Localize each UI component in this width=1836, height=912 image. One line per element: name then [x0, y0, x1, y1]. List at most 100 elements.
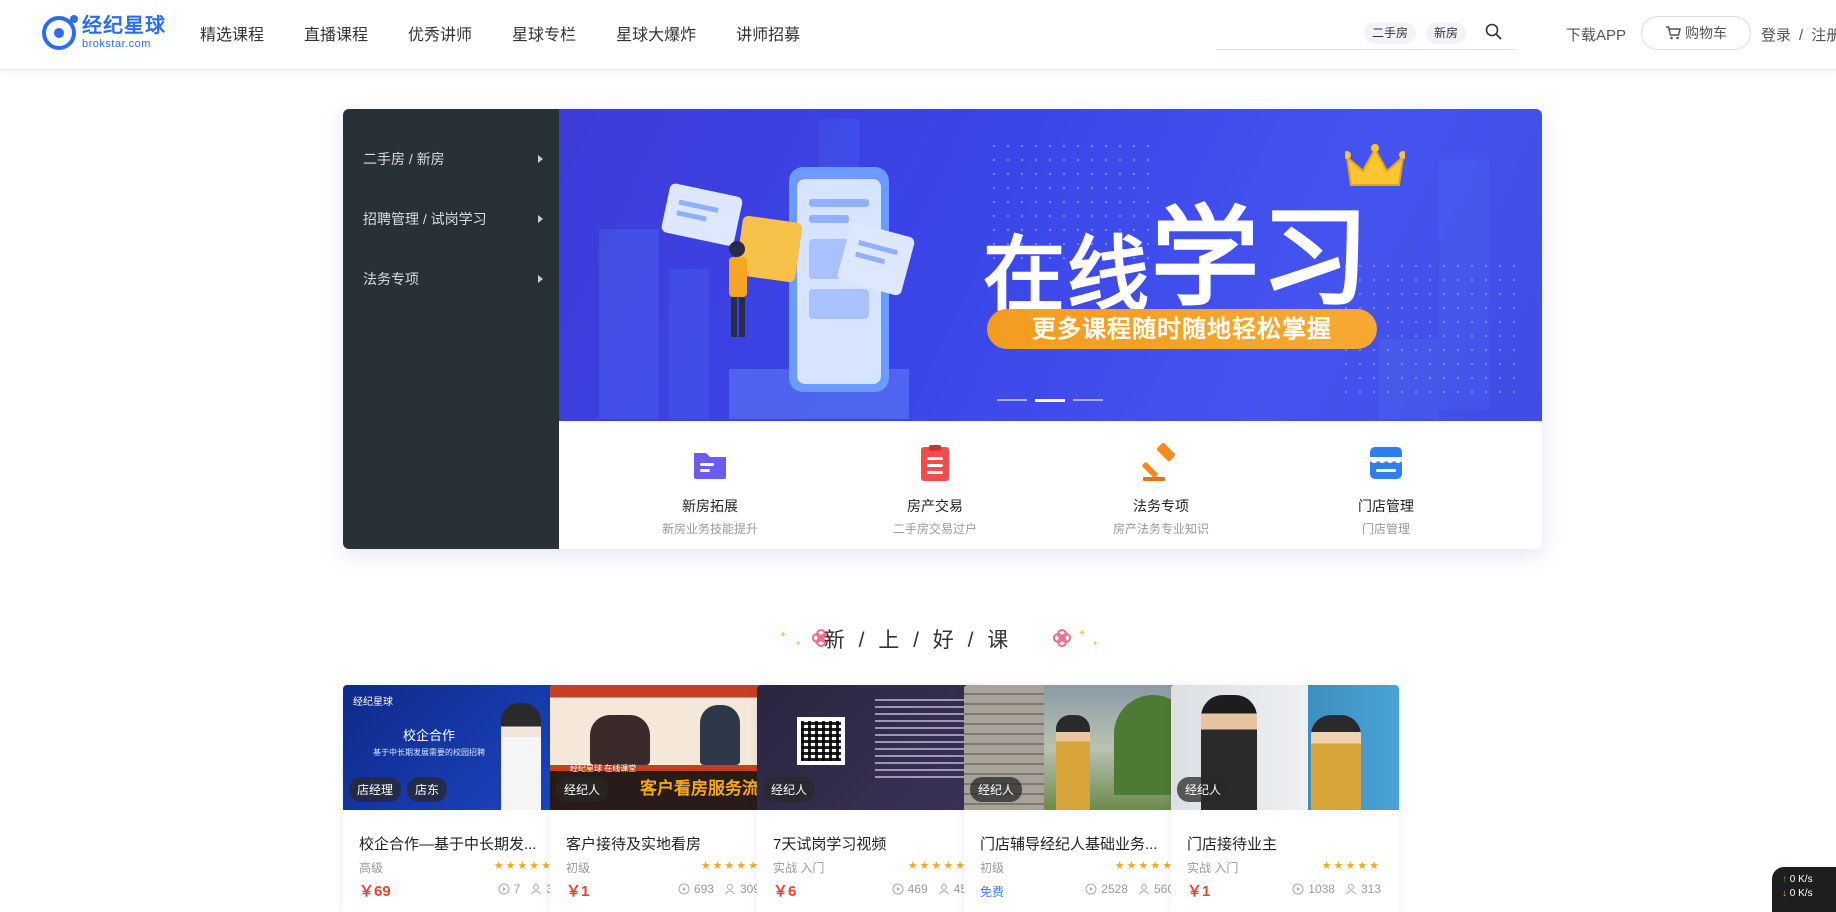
banner-subtitle: 更多课程随时随地轻松掌握 — [987, 309, 1377, 349]
course-tag: 经纪人 — [1177, 777, 1230, 802]
clipboard-icon — [921, 445, 949, 481]
course-stats: 693 309 — [668, 882, 760, 896]
search-tag-resale[interactable]: 二手房 — [1364, 22, 1417, 44]
category-title: 法务专项 — [1133, 498, 1189, 514]
nav-columns[interactable]: 星球专栏 — [512, 21, 576, 45]
sidebar-item-recruiting[interactable]: 招聘管理 / 试岗学习 — [363, 207, 543, 231]
course-stats: 469 45 — [882, 882, 967, 896]
search-icon[interactable] — [1484, 22, 1504, 42]
person-figure — [1311, 715, 1361, 810]
view-count: 1038 — [1308, 882, 1335, 896]
upload-speed: 0 K/s — [1789, 874, 1813, 885]
user-icon — [938, 884, 949, 895]
cart-label: 购物车 — [1685, 25, 1727, 41]
course-tag: 经纪人 — [970, 777, 1023, 802]
nav-lecturer-recruit[interactable]: 讲师招募 — [736, 21, 800, 45]
logo-name: 经纪星球 — [82, 15, 166, 37]
search-tag-newhouse[interactable]: 新房 — [1426, 22, 1467, 44]
search-bar[interactable]: 二手房 新房 — [1216, 16, 1516, 50]
course-stats: 1038 313 — [1282, 882, 1381, 896]
banner-title: 在线学习 — [983, 196, 1372, 323]
person-figure — [590, 715, 650, 765]
svg-text:✦: ✦ — [1092, 639, 1099, 648]
rating-stars: ★★★★★ — [1321, 860, 1381, 872]
person-figure — [700, 705, 740, 765]
course-thumbnail[interactable]: 经纪星球 在线课堂 客户看房服务流程 经纪人 — [550, 685, 778, 810]
main-nav: 精选课程 直播课程 优秀讲师 星球专栏 星球大爆炸 讲师招募 — [200, 0, 840, 66]
course-title[interactable]: 门店接待业主 — [1187, 833, 1387, 854]
course-stats: 2528 560 — [1075, 882, 1174, 896]
banner-carousel[interactable]: 在线学习 更多课程随时随地轻松掌握 — [559, 109, 1542, 421]
category-subtitle: 新房业务技能提升 — [661, 522, 758, 536]
top-header: 经纪星球 brokstar.com 精选课程 直播课程 优秀讲师 星球专栏 星球… — [0, 0, 1836, 70]
course-card[interactable]: 经纪星球 在线课堂 客户看房服务流程 经纪人 客户接待及实地看房 初级 ★★★★… — [550, 685, 778, 912]
presenter-figure — [501, 703, 541, 810]
category-subtitle: 房产法务专业知识 — [1112, 522, 1209, 536]
site-logo[interactable]: 经纪星球 brokstar.com — [42, 14, 166, 52]
sidebar-item-label: 招聘管理 / 试岗学习 — [363, 211, 487, 227]
carousel-dot[interactable] — [997, 399, 1027, 401]
category-store-management[interactable]: 门店管理 门店管理 — [1316, 443, 1456, 537]
user-icon — [1346, 884, 1356, 895]
course-card[interactable]: 经纪星球 校企合作 基于中长期发展需要的校园招聘 店经理 店东 校企合作—基于中… — [343, 685, 571, 912]
category-title: 房产交易 — [907, 498, 963, 514]
nav-live-courses[interactable]: 直播课程 — [304, 21, 368, 45]
course-price: ￥1 — [566, 883, 590, 900]
store-icon — [1370, 447, 1402, 479]
course-stats: 7 3 — [488, 882, 553, 896]
course-tag: 店东 — [407, 777, 448, 802]
thumb-brand: 经纪星球 在线课堂 — [570, 764, 637, 773]
gavel-icon — [1142, 442, 1176, 481]
nav-lecturers[interactable]: 优秀讲师 — [408, 21, 472, 45]
flower-decoration-icon: ✦ ✦ — [1053, 628, 1099, 648]
course-title[interactable]: 7天试岗学习视频 — [773, 833, 973, 854]
register-link[interactable]: 注册 — [1811, 27, 1836, 44]
chevron-right-icon — [538, 275, 543, 283]
category-transaction[interactable]: 房产交易 二手房交易过户 — [865, 443, 1005, 537]
play-icon — [892, 883, 904, 895]
view-count: 469 — [907, 882, 928, 896]
category-legal[interactable]: 法务专项 房产法务专业知识 — [1091, 442, 1231, 537]
course-card[interactable]: 经纪人 门店辅导经纪人基础业务... 初级 ★★★★★ 免费 2528 560 — [964, 685, 1192, 912]
carousel-dot[interactable] — [1073, 399, 1103, 401]
sidebar-item-legal[interactable]: 法务专项 — [363, 267, 543, 291]
sidebar-item-housing[interactable]: 二手房 / 新房 — [363, 147, 543, 171]
logo-domain: brokstar.com — [82, 38, 151, 50]
nav-selected-courses[interactable]: 精选课程 — [200, 21, 264, 45]
cart-button[interactable]: 购物车 — [1641, 16, 1751, 50]
course-thumbnail[interactable]: 经纪人 — [1171, 685, 1399, 810]
folder-icon — [694, 453, 726, 479]
hero-section: 二手房 / 新房 招聘管理 / 试岗学习 法务专项 在线学习 更多课程随时随地轻… — [343, 109, 1542, 549]
section-title: 新 / 上 / 好 / 课 — [823, 629, 1013, 652]
cart-icon — [1666, 26, 1681, 40]
user-icon — [725, 884, 735, 895]
course-card[interactable]: 经纪人 门店接待业主 实战 入门 ★★★★★ ￥1 1038 313 — [1171, 685, 1399, 912]
play-icon — [678, 883, 690, 895]
carousel-dot-active[interactable] — [1035, 399, 1065, 402]
rating-stars: ★★★★★ — [700, 860, 760, 872]
course-level: 初级 — [980, 861, 1005, 875]
course-thumbnail[interactable]: 经纪星球 校企合作 基于中长期发展需要的校园招聘 店经理 店东 — [343, 685, 571, 810]
course-thumbnail[interactable]: 经纪人 — [964, 685, 1192, 810]
nav-big-bang[interactable]: 星球大爆炸 — [616, 21, 696, 45]
carousel-indicators — [997, 399, 1111, 402]
category-new-house[interactable]: 新房拓展 新房业务技能提升 — [640, 443, 780, 537]
category-title: 新房拓展 — [682, 498, 738, 514]
course-title[interactable]: 门店辅导经纪人基础业务... — [980, 833, 1180, 854]
category-subtitle: 二手房交易过户 — [892, 522, 977, 536]
course-title[interactable]: 客户接待及实地看房 — [566, 833, 766, 854]
course-price: ￥69 — [359, 883, 391, 900]
course-title[interactable]: 校企合作—基于中长期发... — [359, 833, 559, 854]
course-level: 高级 — [359, 861, 384, 875]
network-speed-widget[interactable]: ↑ 0 K/s ↓ 0 K/s — [1772, 867, 1836, 912]
course-thumbnail[interactable]: 经纪人 — [757, 685, 985, 810]
person-figure — [1056, 715, 1090, 810]
course-price: 免费 — [980, 885, 1005, 899]
course-price: ￥6 — [773, 883, 797, 900]
sidebar-item-label: 法务专项 — [363, 271, 419, 287]
login-link[interactable]: 登录 — [1761, 27, 1791, 44]
course-card[interactable]: 经纪人 7天试岗学习视频 实战 入门 ★★★★★ ￥6 469 45 — [757, 685, 985, 912]
course-price: ￥1 — [1187, 883, 1211, 900]
download-app-link[interactable]: 下载APP — [1566, 24, 1626, 45]
course-tag: 经纪人 — [763, 777, 816, 802]
